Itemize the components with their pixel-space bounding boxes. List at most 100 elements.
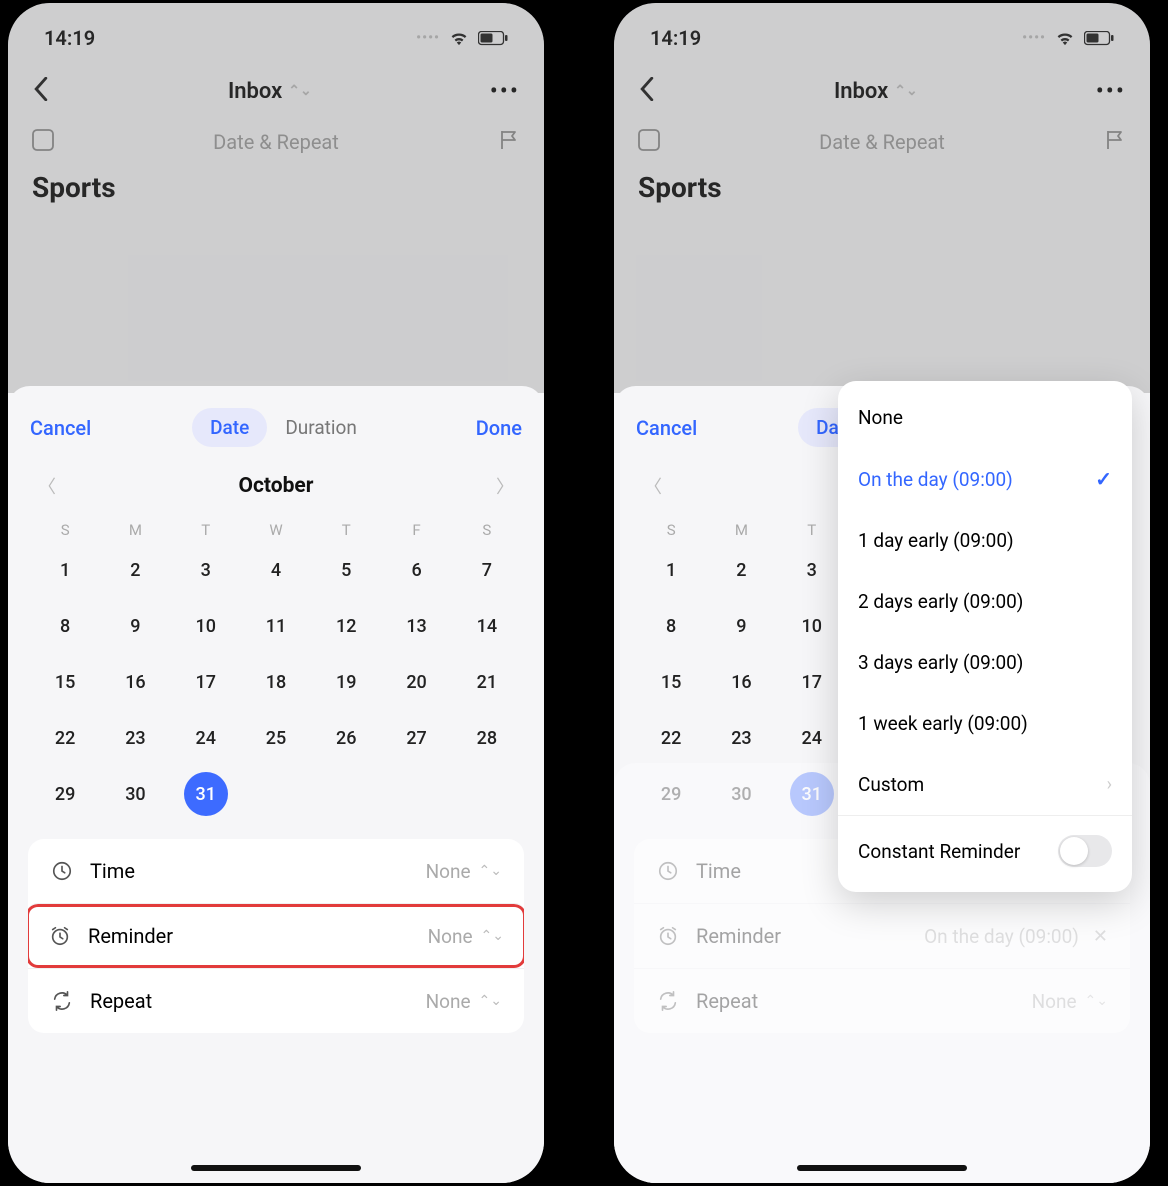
status-time: 14:19 — [44, 26, 95, 50]
day-cell[interactable]: 3 — [777, 551, 847, 589]
day-cell[interactable]: 3 — [171, 551, 241, 589]
flag-icon[interactable] — [498, 129, 520, 155]
day-cell[interactable]: 16 — [100, 663, 170, 701]
day-cell[interactable]: 14 — [452, 607, 522, 645]
popover-none[interactable]: None — [838, 387, 1132, 448]
popover-1-week[interactable]: 1 week early (09:00) — [838, 693, 1132, 754]
day-cell[interactable]: 9 — [100, 607, 170, 645]
day-cell[interactable]: 10 — [171, 607, 241, 645]
cell-dots-icon: •••• — [1022, 30, 1046, 46]
clock-icon — [50, 859, 74, 883]
day-cell[interactable]: 30 — [100, 775, 170, 813]
cancel-button[interactable]: Cancel — [30, 416, 91, 440]
day-cell[interactable]: 18 — [241, 663, 311, 701]
time-row[interactable]: Time None⌃⌄ — [28, 839, 524, 903]
day-cell[interactable]: 4 — [241, 551, 311, 589]
popover-on-the-day[interactable]: On the day (09:00)✓ — [838, 448, 1132, 510]
day-cell[interactable]: 9 — [706, 607, 776, 645]
cancel-button[interactable]: Cancel — [636, 416, 697, 440]
nav-title[interactable]: Inbox — [834, 79, 888, 104]
day-cell[interactable]: 25 — [241, 719, 311, 757]
checkbox-icon[interactable] — [32, 129, 54, 155]
popover-label: On the day (09:00) — [858, 468, 1013, 491]
checkbox-icon[interactable] — [638, 129, 660, 155]
popover-custom[interactable]: Custom › — [838, 754, 1132, 815]
day-cell[interactable]: 1 — [30, 551, 100, 589]
day-cell[interactable]: 15 — [636, 663, 706, 701]
day-cell[interactable]: 21 — [452, 663, 522, 701]
day-cell[interactable]: 13 — [381, 607, 451, 645]
weekday: W — [241, 521, 311, 539]
toggle-knob — [1060, 837, 1088, 865]
month-label: October — [239, 474, 314, 498]
days-grid: 1234567891011121314151617181920212223242… — [8, 545, 544, 813]
day-cell[interactable]: 8 — [636, 607, 706, 645]
task-title[interactable]: Sports — [8, 165, 544, 210]
day-cell[interactable]: 26 — [311, 719, 381, 757]
flag-icon[interactable] — [1104, 129, 1126, 155]
popover-constant[interactable]: Constant Reminder — [838, 816, 1132, 886]
segment-duration[interactable]: Duration — [267, 408, 375, 447]
day-cell[interactable]: 23 — [100, 719, 170, 757]
next-month-icon[interactable]: 〉 — [496, 473, 514, 499]
popover-label: 2 days early (09:00) — [858, 590, 1023, 613]
day-cell[interactable]: 16 — [706, 663, 776, 701]
popover-2-days[interactable]: 2 days early (09:00) — [838, 571, 1132, 632]
home-indicator[interactable] — [191, 1165, 361, 1171]
back-icon[interactable] — [32, 77, 50, 105]
time-value: None — [426, 860, 471, 883]
prev-month-icon[interactable]: 〈 — [644, 473, 662, 499]
day-cell[interactable]: 28 — [452, 719, 522, 757]
day-cell[interactable]: 1 — [636, 551, 706, 589]
day-cell[interactable]: 23 — [706, 719, 776, 757]
more-icon[interactable]: ••• — [1096, 77, 1126, 105]
popover-label: Custom — [858, 773, 924, 796]
constant-toggle[interactable] — [1058, 835, 1112, 867]
day-cell[interactable]: 6 — [381, 551, 451, 589]
weekday: T — [311, 521, 381, 539]
chevron-right-icon: › — [1107, 774, 1112, 795]
day-cell[interactable]: 29 — [30, 775, 100, 813]
reminder-row[interactable]: Reminder None⌃⌄ — [28, 903, 524, 968]
popover-3-days[interactable]: 3 days early (09:00) — [838, 632, 1132, 693]
day-cell[interactable]: 2 — [100, 551, 170, 589]
wifi-icon — [448, 30, 470, 46]
day-cell[interactable]: 17 — [777, 663, 847, 701]
more-icon[interactable]: ••• — [490, 77, 520, 105]
prev-month-icon[interactable]: 〈 — [38, 473, 56, 499]
reminder-popover: None On the day (09:00)✓ 1 day early (09… — [838, 381, 1132, 892]
day-cell[interactable]: 12 — [311, 607, 381, 645]
back-icon[interactable] — [638, 77, 656, 105]
day-cell[interactable]: 8 — [30, 607, 100, 645]
day-cell[interactable]: 7 — [452, 551, 522, 589]
day-cell[interactable]: 24 — [171, 719, 241, 757]
date-sheet: Cancel Date Duration Done 〈 October 〉 S … — [8, 386, 544, 1183]
weekday: T — [171, 521, 241, 539]
day-cell[interactable]: 11 — [241, 607, 311, 645]
day-cell[interactable]: 22 — [636, 719, 706, 757]
day-cell[interactable]: 20 — [381, 663, 451, 701]
weekday: T — [777, 521, 847, 539]
done-button[interactable]: Done — [476, 416, 522, 440]
day-cell[interactable]: 10 — [777, 607, 847, 645]
home-indicator[interactable] — [797, 1165, 967, 1171]
day-cell[interactable]: 2 — [706, 551, 776, 589]
day-cell[interactable]: 15 — [30, 663, 100, 701]
day-cell[interactable]: 22 — [30, 719, 100, 757]
nav-title[interactable]: Inbox — [228, 79, 282, 104]
day-cell[interactable]: 24 — [777, 719, 847, 757]
wifi-icon — [1054, 30, 1076, 46]
day-cell[interactable]: 19 — [311, 663, 381, 701]
popover-1-day[interactable]: 1 day early (09:00) — [838, 510, 1132, 571]
day-cell[interactable]: 5 — [311, 551, 381, 589]
repeat-row[interactable]: Repeat None⌃⌄ — [28, 968, 524, 1033]
day-cell[interactable]: 31 — [171, 775, 241, 813]
day-cell[interactable]: 27 — [381, 719, 451, 757]
segment-date[interactable]: Date — [192, 408, 267, 447]
battery-icon — [478, 31, 508, 46]
weekday: S — [636, 521, 706, 539]
updown-icon: ⌃⌄ — [479, 863, 502, 879]
task-title[interactable]: Sports — [614, 165, 1150, 210]
day-cell[interactable]: 17 — [171, 663, 241, 701]
status-bar: 14:19 •••• — [8, 3, 544, 63]
